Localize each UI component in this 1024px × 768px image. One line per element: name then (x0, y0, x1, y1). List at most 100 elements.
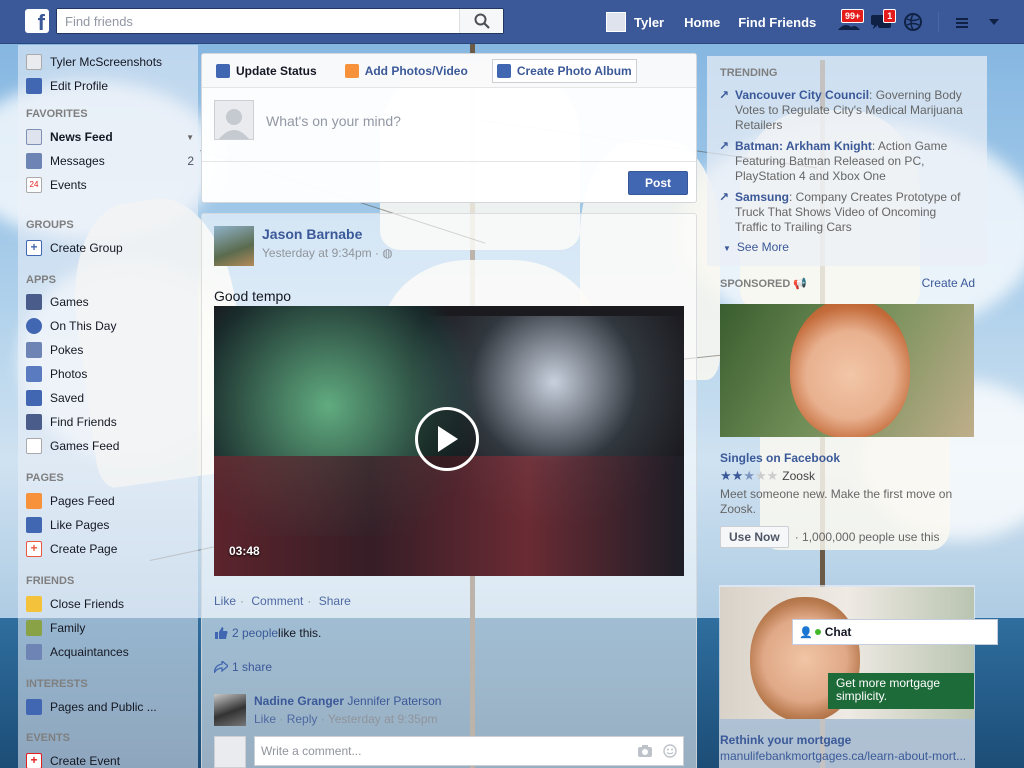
account-menu[interactable] (979, 7, 1009, 37)
sidebar-item-acquaintances[interactable]: Acquaintances (26, 642, 194, 662)
story-timestamp-text: Yesterday at 9:34pm · (262, 246, 383, 260)
ad-title[interactable]: Rethink your mortgage (720, 733, 851, 747)
composer-footer: Post (202, 161, 696, 203)
plus-icon: + (26, 240, 42, 256)
sponsored-header-row: SPONSORED 📢 Create Ad (719, 276, 975, 296)
ad-portrait (790, 304, 910, 437)
trending-item[interactable]: ↗ Samsung: Company Creates Prototype of … (719, 190, 969, 235)
search-icon (474, 13, 490, 29)
sponsored-header: SPONSORED 📢 (720, 277, 807, 290)
sidebar-item-events[interactable]: 24 Events (26, 175, 194, 195)
sidebar-item-pages-feed[interactable]: Pages Feed (26, 491, 194, 511)
create-ad-link[interactable]: Create Ad (922, 276, 975, 290)
trending-item[interactable]: ↗ Vancouver City Council: Governing Body… (719, 88, 969, 133)
post-button[interactable]: Post (628, 171, 688, 195)
chevron-down-icon[interactable]: ▼ (186, 133, 194, 142)
sidebar-item-like-pages[interactable]: Like Pages (26, 515, 194, 535)
sidebar-item-find-friends[interactable]: Find Friends (26, 412, 194, 432)
messages-jewel[interactable]: 1 (866, 7, 897, 37)
friend-requests-jewel[interactable]: 99+ (834, 7, 865, 37)
chat-label: Chat (824, 625, 852, 639)
messages-badge: 1 (883, 9, 897, 23)
story-author[interactable]: Jason Barnabe (262, 226, 393, 242)
trending-box: TRENDING ↗ Vancouver City Council: Gover… (707, 56, 987, 266)
profile-link[interactable]: Tyler (606, 12, 664, 32)
shares-link[interactable]: 1 share (232, 660, 272, 674)
sidebar-item-create-page[interactable]: + Create Page (26, 539, 194, 559)
play-button[interactable] (415, 407, 479, 471)
video-player[interactable]: 03:48 (214, 306, 684, 576)
calendar-icon: 24 (26, 177, 42, 193)
find-friends-icon (26, 414, 42, 430)
sidebar-item-close-friends[interactable]: Close Friends (26, 594, 194, 614)
tab-add-photos[interactable]: Add Photos/Video (341, 59, 472, 83)
notifications-jewel[interactable] (898, 7, 928, 37)
sidebar-item-photos[interactable]: Photos (26, 364, 194, 384)
comment-input[interactable]: Write a comment... (254, 736, 684, 766)
likes-summary: 2 people like this. (214, 626, 321, 640)
comment-like-link[interactable]: Like (254, 712, 276, 726)
trending-item[interactable]: ↗ Batman: Arkham Knight: Action Game Fea… (719, 139, 969, 184)
comment-reply-link[interactable]: Reply (287, 712, 318, 726)
comment-link[interactable]: Comment (251, 594, 303, 608)
comment-author[interactable]: Nadine Granger (254, 694, 344, 708)
trending-title: Samsung (735, 190, 790, 204)
section-header-events: EVENTS (26, 732, 71, 744)
album-icon (496, 63, 511, 78)
avatar (214, 736, 246, 768)
sidebar-item-pages-and-public[interactable]: Pages and Public ... (26, 697, 194, 717)
sidebar-item-messages[interactable]: Messages 2 (26, 151, 194, 171)
emoji-icon[interactable] (663, 744, 677, 758)
feed-story: Jason Barnabe Yesterday at 9:34pm · ◍ Go… (201, 213, 697, 768)
sidebar-item-pokes[interactable]: Pokes (26, 340, 194, 360)
ad-title[interactable]: Singles on Facebook (720, 451, 840, 465)
ad-url[interactable]: manulifebankmortgages.ca/learn-about-mor… (720, 749, 974, 763)
sidebar-item-label: Pages and Public ... (50, 700, 157, 714)
sidebar-item-create-group[interactable]: + Create Group (26, 238, 194, 258)
facebook-logo[interactable]: f (25, 9, 49, 33)
likers-link[interactable]: 2 people (232, 626, 278, 640)
sidebar-item-edit-profile[interactable]: Edit Profile (26, 76, 194, 96)
sidebar-item-profile[interactable]: Tyler McScreenshots (26, 52, 194, 72)
story-timestamp[interactable]: Yesterday at 9:34pm · ◍ (262, 246, 393, 260)
home-link[interactable]: Home (684, 15, 720, 30)
see-more-link[interactable]: ▼ See More (723, 240, 789, 254)
ad-image[interactable] (720, 304, 974, 437)
story-header: Jason Barnabe Yesterday at 9:34pm · ◍ (214, 226, 393, 266)
pencil-icon (26, 78, 42, 94)
story-actions: Like · Comment · Share (214, 594, 355, 608)
ad-image[interactable]: Get more mortgage simplicity. (720, 587, 974, 719)
left-sidebar: Tyler McScreenshots Edit Profile FAVORIT… (18, 45, 198, 768)
status-input[interactable]: What's on your mind? (266, 113, 401, 140)
like-link[interactable]: Like (214, 594, 236, 608)
sidebar-item-label: Create Group (50, 241, 123, 255)
comment-tagged-user[interactable]: Jennifer Paterson (347, 694, 441, 708)
sidebar-item-label: Find Friends (50, 415, 117, 429)
trending-arrow-icon: ↗ (719, 190, 730, 204)
camera-icon[interactable] (637, 744, 653, 758)
likes-suffix: like this. (278, 626, 322, 640)
share-link[interactable]: Share (319, 594, 351, 608)
tab-create-album[interactable]: Create Photo Album (491, 58, 637, 83)
sidebar-item-news-feed[interactable]: News Feed ▼ (26, 127, 194, 147)
sidebar-item-games-feed[interactable]: Games Feed (26, 436, 194, 456)
find-friends-link[interactable]: Find Friends (738, 15, 816, 30)
sidebar-item-saved[interactable]: Saved (26, 388, 194, 408)
comment: Nadine Granger Jennifer Paterson Like · … (214, 694, 441, 726)
comment-time[interactable]: Yesterday at 9:35pm (328, 712, 438, 726)
section-header-groups: GROUPS (26, 219, 74, 231)
sidebar-item-on-this-day[interactable]: On This Day (26, 316, 194, 336)
avatar[interactable] (214, 694, 246, 726)
use-now-button[interactable]: Use Now (720, 526, 789, 548)
trending-title: Batman: Arkham Knight (735, 139, 872, 153)
search-button[interactable] (459, 9, 503, 33)
avatar[interactable] (214, 226, 254, 266)
sidebar-item-create-event[interactable]: + Create Event (26, 751, 194, 768)
sidebar-item-family[interactable]: Family (26, 618, 194, 638)
tab-update-status[interactable]: Update Status (212, 59, 321, 83)
sidebar-item-games[interactable]: Games (26, 292, 194, 312)
privacy-shortcuts[interactable] (947, 7, 977, 37)
chat-tab[interactable]: 👤 Chat (792, 619, 998, 645)
plus-icon: + (26, 753, 42, 768)
search-input[interactable] (57, 9, 459, 33)
